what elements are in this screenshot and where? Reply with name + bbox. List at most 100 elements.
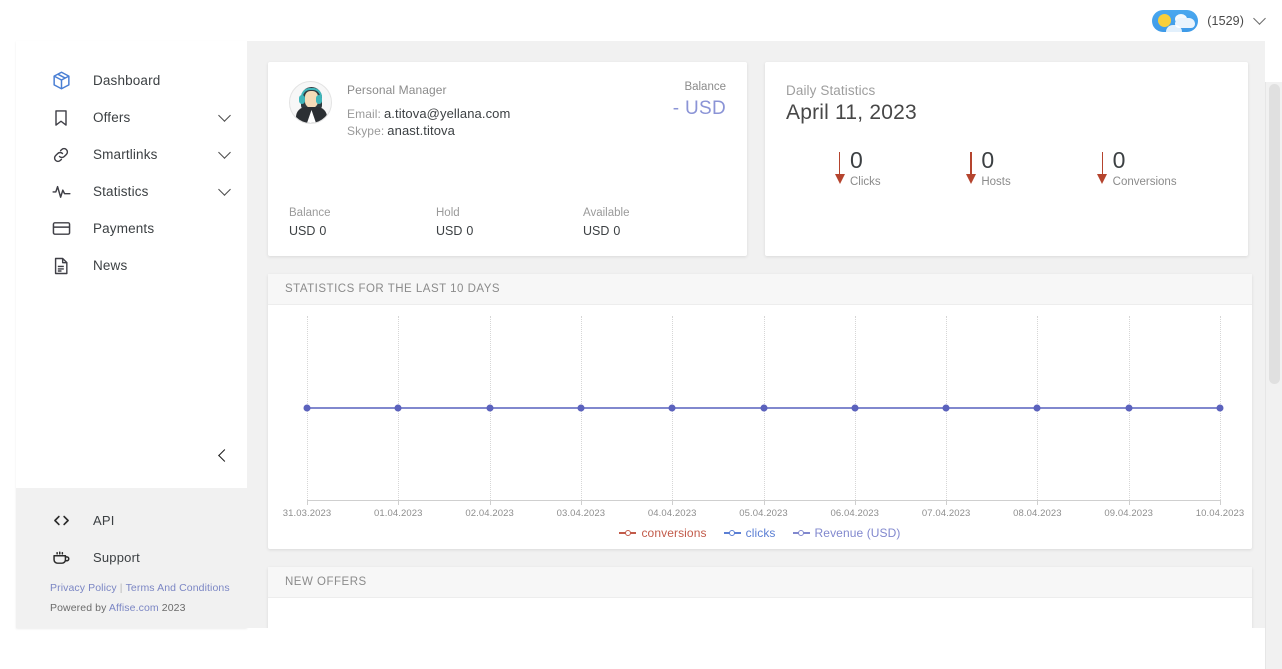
chevron-down-icon[interactable] xyxy=(1253,12,1266,25)
code-brackets-icon xyxy=(50,510,72,532)
sidebar-item-api[interactable]: API xyxy=(16,502,247,539)
sidebar-footer: API Support Privacy Policy|Terms And Con… xyxy=(16,488,247,628)
metric-value: 0 xyxy=(1113,149,1177,172)
main-content: Personal Manager Email:a.titova@yellana.… xyxy=(247,41,1265,628)
chart-legend: conversions clicks Revenue (USD) xyxy=(268,526,1252,540)
metric-label: Hosts xyxy=(981,176,1010,188)
manager-stats-row: Balance USD0 Hold USD0 Available xyxy=(289,207,730,238)
stat-label: Hold xyxy=(436,207,583,219)
legend-marker-icon xyxy=(619,529,636,538)
chart-x-tick xyxy=(581,500,582,505)
sidebar-item-smartlinks[interactable]: Smartlinks xyxy=(16,136,247,173)
page-scrollbar[interactable] xyxy=(1265,82,1282,669)
chart-x-tick xyxy=(855,500,856,505)
chart-x-tick xyxy=(490,500,491,505)
daily-statistics-date: April 11, 2023 xyxy=(786,101,1227,125)
sidebar-item-support[interactable]: Support xyxy=(16,539,247,576)
manager-email-value: a.titova@yellana.com xyxy=(384,106,510,121)
metric-clicks: 0 Clicks xyxy=(833,149,964,188)
user-id-label: (1529) xyxy=(1207,14,1244,28)
manager-email-row: Email:a.titova@yellana.com xyxy=(347,106,510,121)
manager-avatar xyxy=(289,81,332,124)
stat-value: USD0 xyxy=(436,224,583,238)
chart-data-point[interactable] xyxy=(304,405,311,412)
stat-number: 0 xyxy=(466,224,473,238)
daily-statistics-title: Daily Statistics xyxy=(786,83,1227,98)
daily-metrics-row: 0 Clicks 0 Hosts xyxy=(786,149,1227,188)
user-menu[interactable]: (1529) xyxy=(1152,10,1282,32)
legend-marker-icon xyxy=(724,529,741,538)
chart-data-point[interactable] xyxy=(486,405,493,412)
sidebar-footer-label: API xyxy=(93,513,115,528)
chart-legend-item[interactable]: clicks xyxy=(724,526,776,540)
chart-legend-item[interactable]: conversions xyxy=(619,526,706,540)
chart-data-point[interactable] xyxy=(1217,405,1224,412)
chevron-down-icon[interactable] xyxy=(218,183,231,196)
powered-by-year: 2023 xyxy=(162,602,186,614)
statistics-chart-card: STATISTICS FOR THE LAST 10 DAYS 31.03.20… xyxy=(268,274,1252,549)
chart-data-point[interactable] xyxy=(1125,405,1132,412)
metric-value: 0 xyxy=(981,149,1010,172)
legend-label: conversions xyxy=(641,526,706,540)
chart-x-tick xyxy=(672,500,673,505)
legend-label: clicks xyxy=(746,526,776,540)
stat-label: Balance xyxy=(289,207,436,219)
metric-value: 0 xyxy=(850,149,881,172)
chart-x-tick-label: 08.04.2023 xyxy=(1013,508,1062,519)
headset-right-icon xyxy=(316,95,322,104)
chart-data-point[interactable] xyxy=(669,405,676,412)
terms-link[interactable]: Terms And Conditions xyxy=(126,582,230,594)
chevron-down-icon[interactable] xyxy=(218,146,231,159)
link-separator: | xyxy=(120,582,123,594)
chart-x-tick xyxy=(946,500,947,505)
metric-conversions: 0 Conversions xyxy=(1096,149,1227,188)
sidebar-nav: Dashboard Offers Smartlink xyxy=(16,41,247,284)
chart-data-point[interactable] xyxy=(577,405,584,412)
sidebar-item-label: Smartlinks xyxy=(93,147,158,162)
metric-label: Clicks xyxy=(850,176,881,188)
chart-x-tick xyxy=(1220,500,1221,505)
chart-data-point[interactable] xyxy=(943,405,950,412)
scrollbar-thumb[interactable] xyxy=(1269,84,1280,384)
chart-data-point[interactable] xyxy=(395,405,402,412)
sidebar-collapse-button[interactable] xyxy=(211,443,235,467)
sidebar-item-label: Offers xyxy=(93,110,130,125)
coffee-cup-icon xyxy=(50,547,72,569)
sidebar-item-dashboard[interactable]: Dashboard xyxy=(16,62,247,99)
manager-skype-label: Skype: xyxy=(347,124,384,138)
chart-x-tick-label: 10.04.2023 xyxy=(1196,508,1245,519)
stat-number: 0 xyxy=(319,224,326,238)
chart-legend-item[interactable]: Revenue (USD) xyxy=(793,526,901,540)
chart-data-point[interactable] xyxy=(851,405,858,412)
stat-available: Available USD0 xyxy=(583,207,730,238)
bookmark-icon xyxy=(50,107,72,129)
stat-label: Available xyxy=(583,207,730,219)
manager-skype-row: Skype:anast.titova xyxy=(347,123,510,138)
weather-sun-cloud-avatar[interactable] xyxy=(1152,10,1198,32)
sidebar-item-label: Dashboard xyxy=(93,73,160,88)
chevron-left-icon xyxy=(218,449,231,462)
sidebar-item-offers[interactable]: Offers xyxy=(16,99,247,136)
manager-role-label: Personal Manager xyxy=(347,83,510,97)
chart-card-title: STATISTICS FOR THE LAST 10 DAYS xyxy=(285,283,500,295)
chart-data-point[interactable] xyxy=(760,405,767,412)
sidebar-item-statistics[interactable]: Statistics xyxy=(16,173,247,210)
affise-link[interactable]: Affise.com xyxy=(109,602,159,614)
chart-body: 31.03.202301.04.202302.04.202303.04.2023… xyxy=(268,305,1252,548)
document-icon xyxy=(50,255,72,277)
headset-left-icon xyxy=(299,95,305,104)
chevron-down-icon[interactable] xyxy=(218,109,231,122)
page-shell: Dashboard Offers Smartlink xyxy=(0,41,1282,628)
chart-plot-area xyxy=(307,316,1220,500)
metric-texts: 0 Hosts xyxy=(978,149,1010,188)
chart-x-tick xyxy=(1037,500,1038,505)
stat-number: 0 xyxy=(613,224,620,238)
chart-data-point[interactable] xyxy=(1034,405,1041,412)
privacy-policy-link[interactable]: Privacy Policy xyxy=(50,582,117,594)
chart-x-tick-label: 07.04.2023 xyxy=(922,508,971,519)
sidebar-item-label: Payments xyxy=(93,221,154,236)
sidebar-item-news[interactable]: News xyxy=(16,247,247,284)
metric-label: Conversions xyxy=(1113,176,1177,188)
sidebar-item-payments[interactable]: Payments xyxy=(16,210,247,247)
daily-statistics-card: Daily Statistics April 11, 2023 0 Clicks xyxy=(765,62,1248,256)
